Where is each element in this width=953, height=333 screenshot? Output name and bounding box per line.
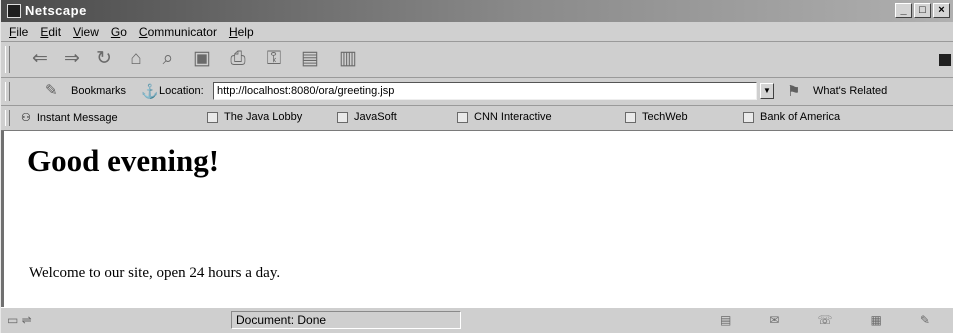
personal-item-cnn[interactable]: CNN Interactive: [457, 111, 552, 123]
reload-icon[interactable]: ↻: [93, 48, 115, 70]
menu-edit[interactable]: Edit: [40, 25, 61, 39]
personal-item-bank-of-america[interactable]: Bank of America: [743, 111, 840, 123]
page-heading: Good evening!: [27, 143, 220, 178]
location-toolbar: ✎ Bookmarks ⚓ Location: http://localhost…: [1, 78, 953, 106]
menu-view[interactable]: View: [73, 25, 99, 39]
whats-related-button[interactable]: What's Related: [813, 85, 887, 97]
bookmark-page-icon: [337, 111, 348, 123]
security-icon[interactable]: ⚿: [263, 48, 285, 70]
toolbar-grip[interactable]: [5, 46, 10, 73]
location-icon[interactable]: ⚓: [141, 83, 158, 100]
forward-icon[interactable]: ⇒: [61, 48, 83, 70]
status-text: Document: Done: [231, 311, 461, 329]
security-lock-icon[interactable]: ▭ ⇌: [7, 313, 32, 327]
address-book-icon[interactable]: ▦: [871, 313, 882, 327]
personal-item-javasoft[interactable]: JavaSoft: [337, 111, 397, 123]
browser-window: Netscape _ □ × File Edit View Go Communi…: [0, 0, 953, 333]
status-bar: ▭ ⇌ Document: Done ▤ ✉ ☏ ▦ ✎: [1, 307, 953, 333]
url-field[interactable]: http://localhost:8080/ora/greeting.jsp: [213, 82, 757, 100]
bookmarks-button[interactable]: Bookmarks: [71, 85, 126, 97]
page-content: Good evening! Welcome to our site, open …: [1, 131, 953, 307]
whats-related-icon[interactable]: ⚑: [787, 82, 800, 100]
page-body-text: Welcome to our site, open 24 hours a day…: [29, 265, 281, 281]
bookmark-page-icon: [625, 111, 636, 123]
bookmark-page-icon: [207, 111, 218, 123]
personal-item-java-lobby[interactable]: The Java Lobby: [207, 111, 302, 123]
personal-item-label: JavaSoft: [354, 111, 397, 123]
url-dropdown-button[interactable]: ▼: [760, 83, 774, 99]
close-button[interactable]: ×: [933, 3, 950, 18]
personal-item-label: The Java Lobby: [224, 111, 303, 123]
instant-message-icon: ⚇: [21, 112, 31, 124]
personal-item-label: TechWeb: [642, 111, 688, 123]
home-icon[interactable]: ⌂: [125, 48, 147, 70]
menu-go[interactable]: Go: [111, 25, 127, 39]
menu-bar: File Edit View Go Communicator Help: [1, 22, 953, 42]
guide-icon[interactable]: ▣: [191, 48, 213, 70]
menu-communicator[interactable]: Communicator: [139, 25, 217, 39]
window-controls: _ □ ×: [895, 3, 950, 18]
bookmark-page-icon: [457, 111, 468, 123]
composer-icon[interactable]: ✎: [920, 313, 930, 327]
minimize-button[interactable]: _: [895, 3, 912, 18]
toolbar-grip[interactable]: [5, 110, 10, 126]
print-icon[interactable]: ⎙: [227, 48, 249, 70]
netscape-throbber-icon: [939, 54, 951, 66]
search-icon[interactable]: ⌕: [157, 48, 179, 70]
navigation-toolbar: ⇐ ⇒ ↻ ⌂ ⌕ ▣ ⎙ ⚿ ▤ ▥: [1, 42, 953, 78]
maximize-button[interactable]: □: [914, 3, 931, 18]
personal-item-instant-message[interactable]: ⚇ Instant Message: [21, 111, 118, 125]
mail-icon[interactable]: ✉: [769, 313, 779, 327]
title-bar: Netscape _ □ ×: [1, 0, 953, 22]
netscape-logo-icon: [7, 4, 21, 18]
menu-help[interactable]: Help: [229, 25, 254, 39]
back-icon[interactable]: ⇐: [29, 48, 51, 70]
menu-file[interactable]: File: [9, 25, 28, 39]
window-title: Netscape: [25, 3, 87, 18]
bookmark-page-icon: [743, 111, 754, 123]
personal-item-label: Bank of America: [760, 111, 841, 123]
personal-item-techweb[interactable]: TechWeb: [625, 111, 688, 123]
shop-icon[interactable]: ▤: [299, 48, 321, 70]
navigator-icon[interactable]: ▤: [720, 313, 731, 327]
personal-item-label: Instant Message: [36, 111, 118, 124]
toolbar-grip[interactable]: [5, 82, 10, 101]
personal-toolbar: ⚇ Instant Message The Java Lobby JavaSof…: [1, 106, 953, 131]
newsgroups-icon[interactable]: ☏: [817, 313, 832, 327]
personal-item-label: CNN Interactive: [474, 111, 552, 123]
stop-icon[interactable]: ▥: [337, 48, 359, 70]
location-label: Location:: [159, 85, 204, 97]
component-bar: ▤ ✉ ☏ ▦ ✎: [701, 311, 949, 329]
bookmarks-icon[interactable]: ✎: [45, 83, 65, 99]
